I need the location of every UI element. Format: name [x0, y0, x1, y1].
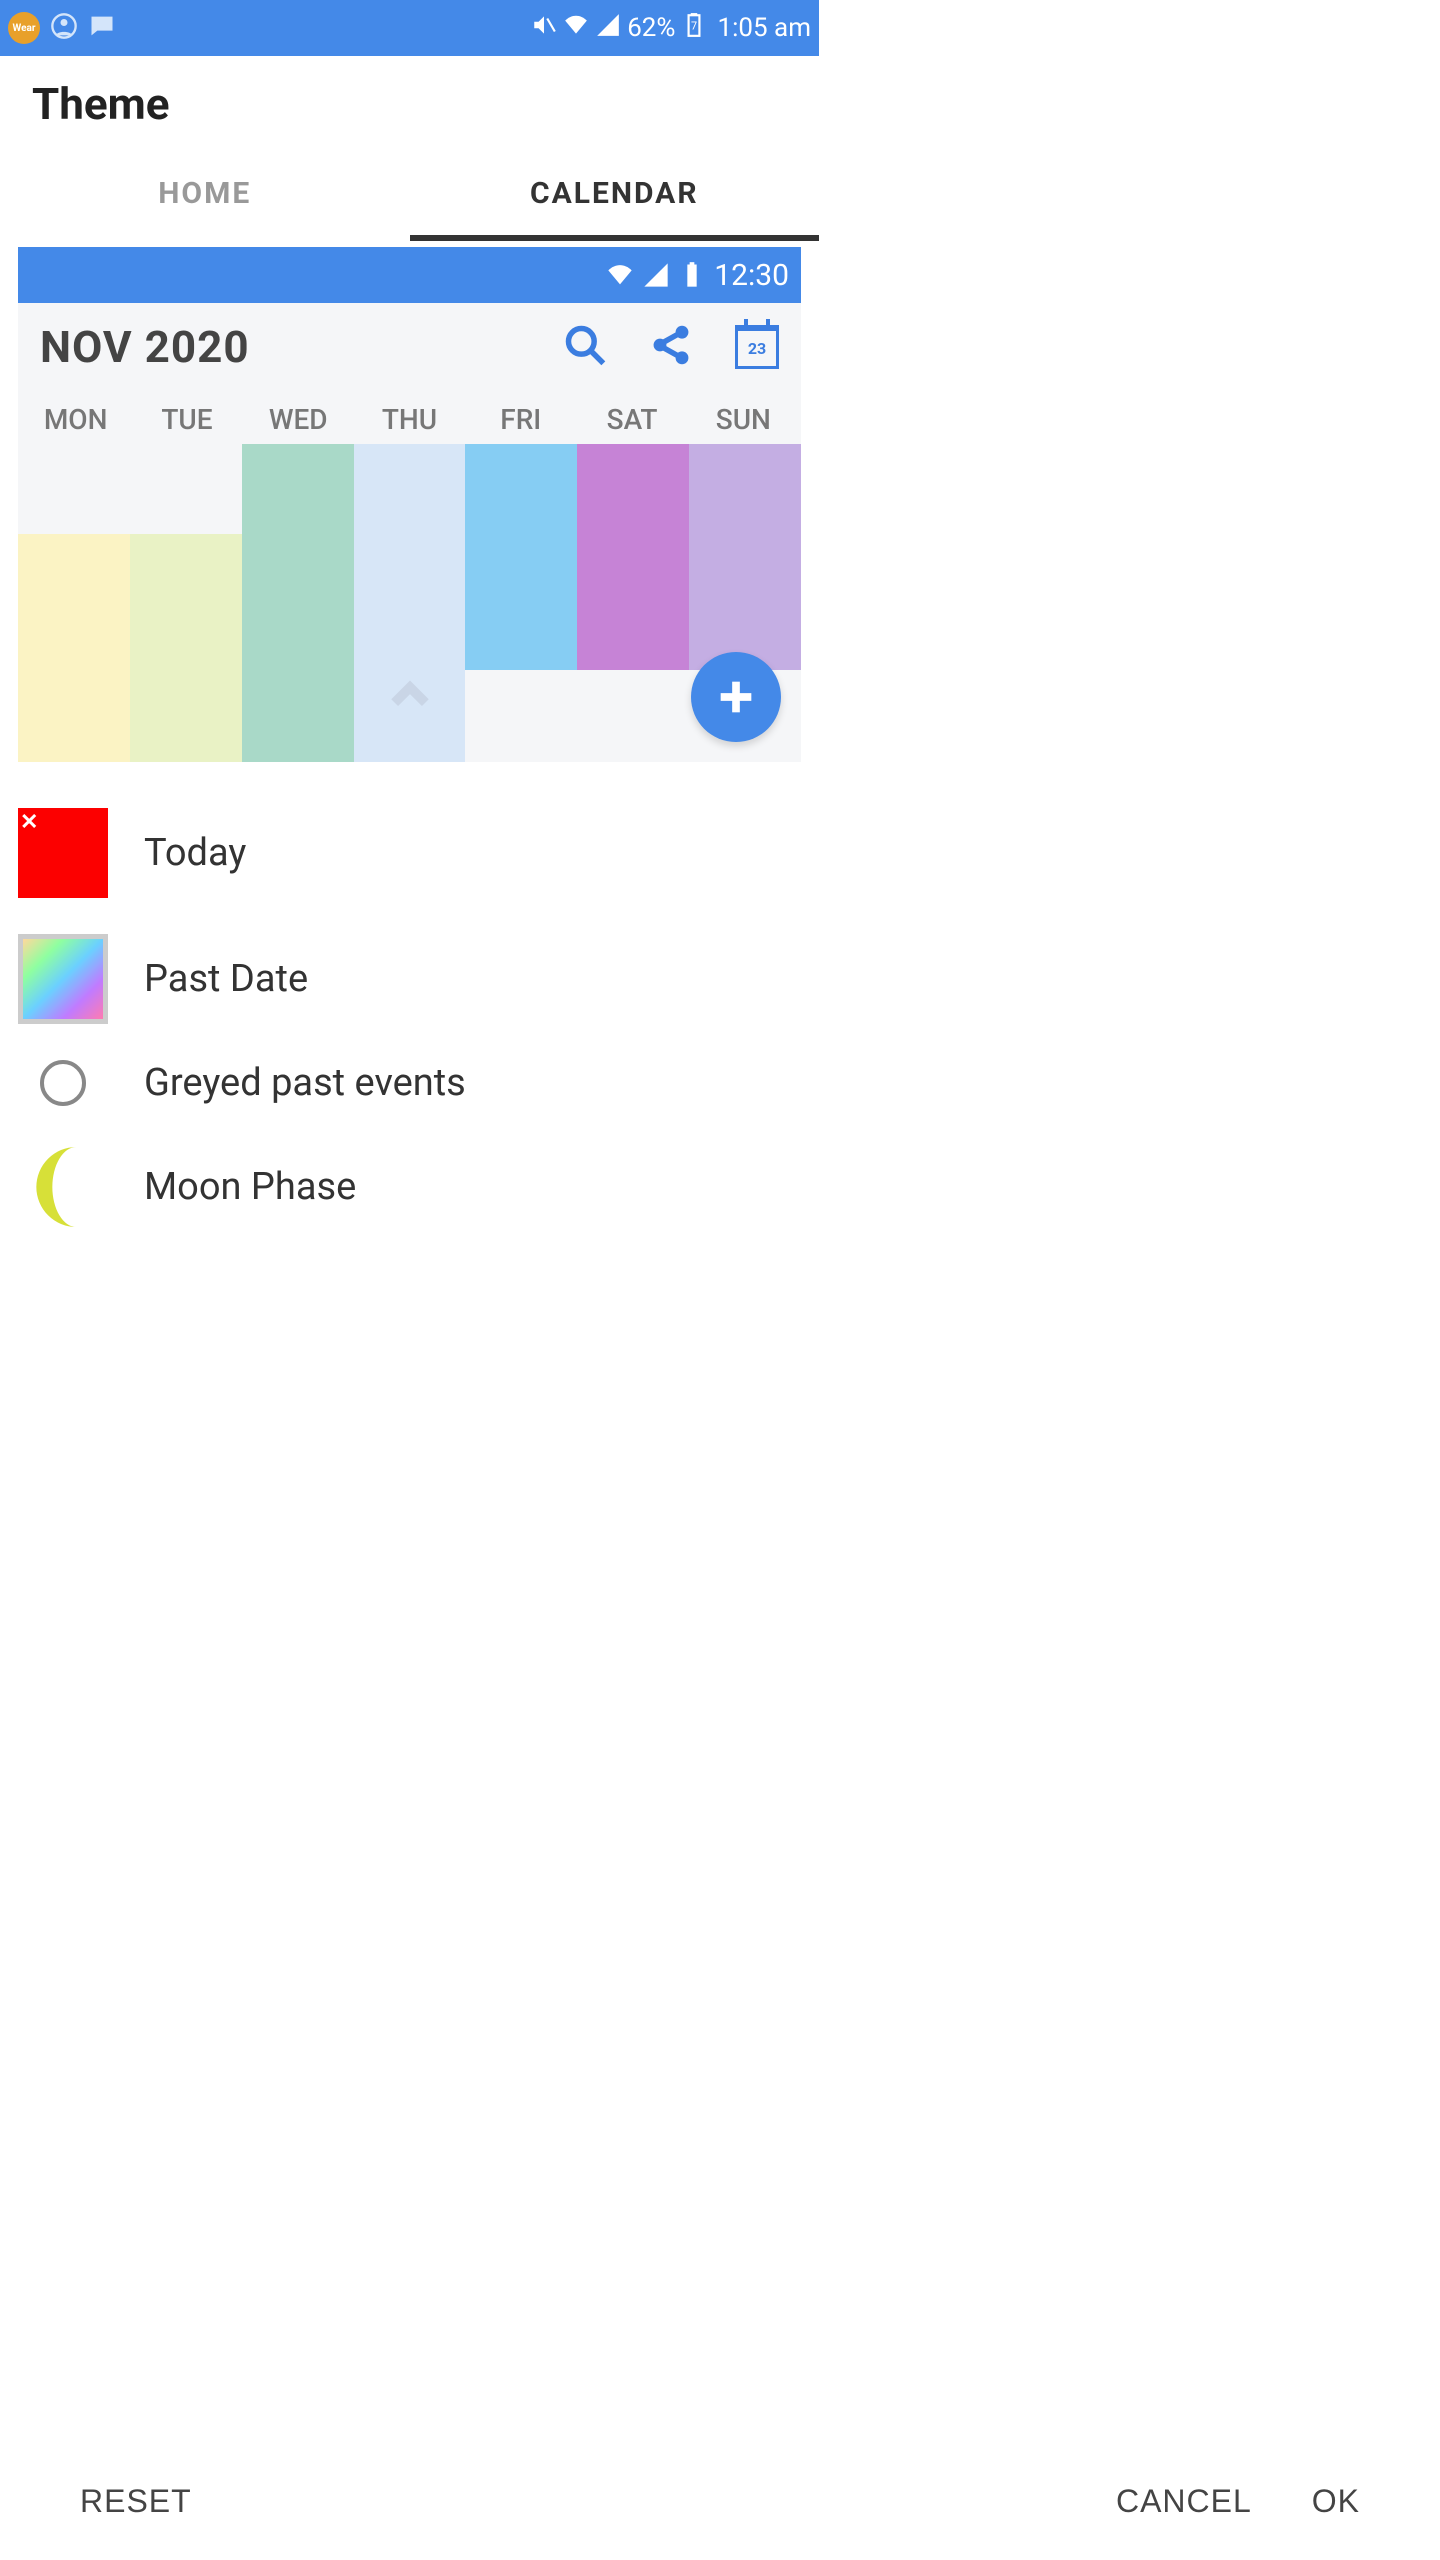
moon-icon [18, 1142, 108, 1232]
battery-icon: 7 [681, 12, 707, 45]
month-label: NOV 2020 [40, 321, 250, 373]
search-icon[interactable] [563, 323, 607, 371]
tab-calendar[interactable]: CALENDAR [410, 152, 820, 241]
reset-button[interactable]: RESET [50, 2483, 222, 2520]
option-moon-phase[interactable]: Moon Phase [18, 1124, 801, 1250]
add-event-button[interactable] [691, 652, 781, 742]
calendar-preview: 12:30 NOV 2020 23 MON TUE WED THU FRI SA… [18, 247, 801, 762]
ok-button[interactable]: OK [1282, 2483, 1390, 2520]
wifi-icon [563, 12, 589, 45]
mute-icon [531, 12, 557, 45]
greyed-radio[interactable] [40, 1060, 86, 1106]
dow-mon: MON [20, 403, 131, 444]
dow-tue: TUE [131, 403, 242, 444]
today-color-swatch[interactable]: ✕ [18, 808, 108, 898]
dow-sun: SUN [688, 403, 799, 444]
footer-bar: RESET CANCEL OK [0, 2453, 1440, 2560]
tabs: HOME CALENDAR [0, 152, 819, 241]
event-block [18, 534, 130, 762]
cancel-button[interactable]: CANCEL [1086, 2483, 1282, 2520]
option-past-date[interactable]: Past Date [18, 916, 801, 1042]
dow-thu: THU [354, 403, 465, 444]
option-label: Today [144, 831, 246, 875]
option-label: Moon Phase [144, 1165, 356, 1209]
chat-icon [88, 12, 116, 44]
past-date-color-swatch[interactable] [18, 934, 108, 1024]
signal-icon [642, 261, 670, 289]
preview-status-bar: 12:30 [18, 247, 801, 303]
signal-icon [595, 12, 621, 45]
system-status-bar: Wear 62% 7 1:05 am [0, 0, 819, 56]
option-label: Past Date [144, 957, 308, 1001]
option-today[interactable]: ✕ Today [18, 790, 801, 916]
week-row [18, 444, 801, 762]
share-icon[interactable] [649, 323, 693, 371]
dow-row: MON TUE WED THU FRI SAT SUN [18, 403, 801, 444]
battery-icon [678, 261, 706, 289]
dow-sat: SAT [576, 403, 687, 444]
avatar-icon [50, 12, 78, 44]
event-block [465, 444, 577, 670]
option-greyed-past-events[interactable]: Greyed past events [18, 1042, 801, 1124]
svg-text:7: 7 [691, 19, 697, 32]
battery-percent: 62% [627, 13, 675, 43]
event-block [577, 444, 689, 670]
option-label: Greyed past events [144, 1061, 466, 1105]
tab-home[interactable]: HOME [0, 152, 410, 241]
wifi-icon [606, 261, 634, 289]
today-icon[interactable]: 23 [735, 325, 779, 369]
event-block [242, 444, 354, 762]
preview-time: 12:30 [714, 258, 789, 293]
wear-icon: Wear [8, 12, 40, 44]
dow-fri: FRI [465, 403, 576, 444]
page-title: Theme [0, 56, 819, 152]
status-time: 1:05 am [717, 13, 811, 43]
event-block [130, 534, 242, 762]
event-block [689, 444, 801, 670]
dow-wed: WED [243, 403, 354, 444]
chevron-up-icon[interactable] [387, 672, 433, 722]
